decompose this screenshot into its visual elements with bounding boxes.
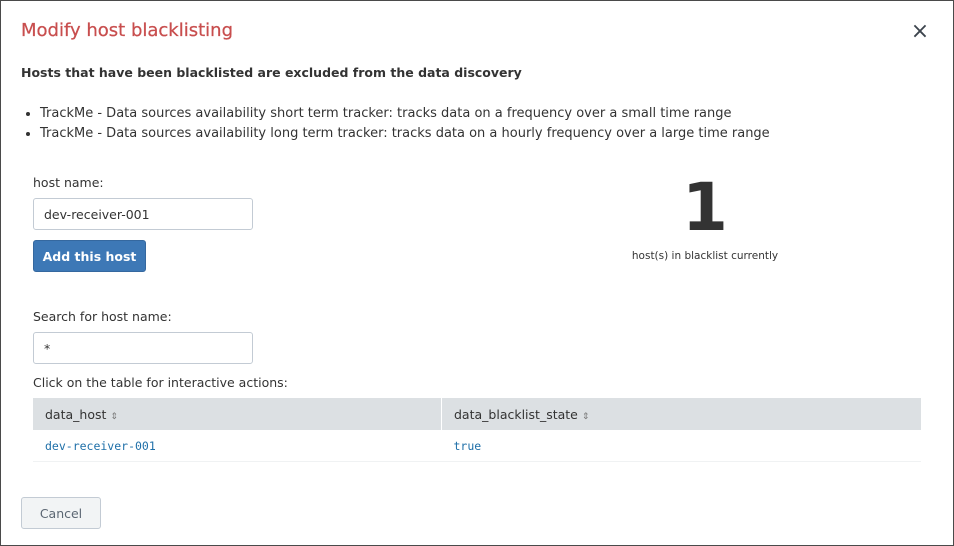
modal-title: Modify host blacklisting: [21, 20, 233, 41]
add-host-button[interactable]: Add this host: [33, 240, 146, 272]
search-label: Search for host name:: [33, 309, 172, 324]
tracker-list: TrackMe - Data sources availability shor…: [21, 104, 770, 144]
cell-data-blacklist-state[interactable]: true: [441, 430, 921, 462]
cell-data-host[interactable]: dev-receiver-001: [33, 430, 442, 462]
column-header-label: data_blacklist_state: [454, 406, 578, 422]
column-header-data-blacklist-state[interactable]: data_blacklist_state ⇕: [441, 398, 921, 430]
cancel-button[interactable]: Cancel: [21, 497, 101, 529]
table-row[interactable]: dev-receiver-001 true: [33, 430, 921, 462]
blacklist-table: data_host ⇕ data_blacklist_state ⇕ dev-rec…: [33, 398, 921, 462]
search-input[interactable]: [33, 332, 253, 364]
host-name-label: host name:: [33, 175, 104, 190]
blacklist-modal: Modify host blacklisting × Hosts that ha…: [0, 0, 954, 546]
column-header-label: data_host: [45, 406, 107, 422]
sort-icon: ⇕: [581, 411, 590, 422]
blacklist-count-caption: host(s) in blacklist currently: [631, 250, 779, 262]
table-hint: Click on the table for interactive actio…: [33, 375, 288, 390]
sort-icon: ⇕: [110, 411, 118, 422]
host-name-input[interactable]: [33, 198, 253, 230]
tracker-list-item: TrackMe - Data sources availability long…: [40, 124, 770, 144]
column-header-data-host[interactable]: data_host ⇕: [33, 398, 442, 430]
close-icon[interactable]: ×: [909, 21, 931, 43]
tracker-list-item: TrackMe - Data sources availability shor…: [40, 104, 770, 124]
modal-subtitle: Hosts that have been blacklisted are exc…: [21, 65, 522, 80]
blacklist-count: 1: [682, 169, 728, 246]
